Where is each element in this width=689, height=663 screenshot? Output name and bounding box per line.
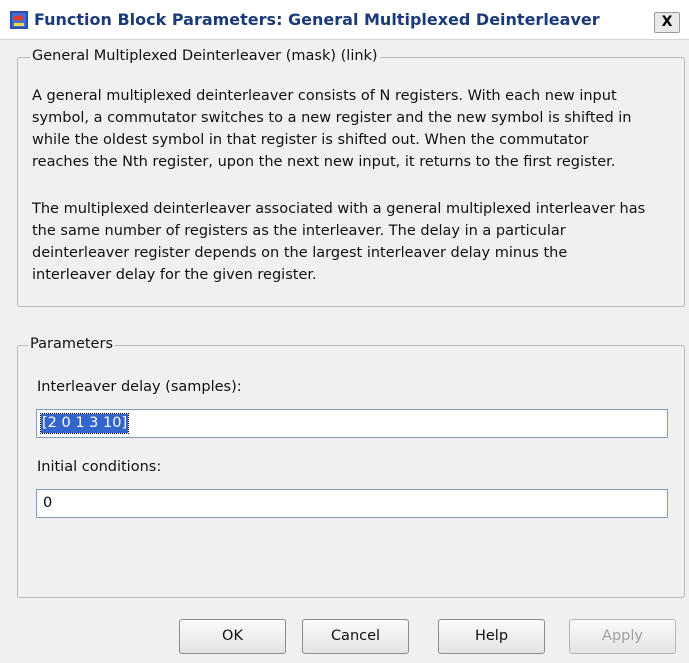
cancel-button[interactable]: Cancel xyxy=(302,619,409,654)
title-bar[interactable]: Function Block Parameters: General Multi… xyxy=(0,0,689,40)
simulink-block-icon xyxy=(10,11,28,29)
close-button[interactable]: X xyxy=(654,12,680,33)
dialog-window: Function Block Parameters: General Multi… xyxy=(0,0,689,663)
window-title: Function Block Parameters: General Multi… xyxy=(34,10,600,29)
help-button[interactable]: Help xyxy=(438,619,545,654)
interleaver-delay-label: Interleaver delay (samples): xyxy=(37,379,242,395)
initial-conditions-value: 0 xyxy=(43,495,53,511)
description-paragraph-1: A general multiplexed deinterleaver cons… xyxy=(32,88,632,170)
initial-conditions-input[interactable]: 0 xyxy=(36,489,668,518)
ok-button[interactable]: OK xyxy=(179,619,286,654)
apply-button: Apply xyxy=(569,619,676,654)
parameters-legend: Parameters xyxy=(28,336,115,352)
description-paragraph-2: The multiplexed deinterleaver associated… xyxy=(32,201,646,283)
close-icon: X xyxy=(661,14,673,30)
initial-conditions-label: Initial conditions: xyxy=(37,459,162,475)
interleaver-delay-value: [2 0 1 3 10] xyxy=(39,413,130,434)
description-legend: General Multiplexed Deinterleaver (mask)… xyxy=(30,48,380,64)
interleaver-delay-input[interactable]: [2 0 1 3 10] xyxy=(36,409,668,438)
